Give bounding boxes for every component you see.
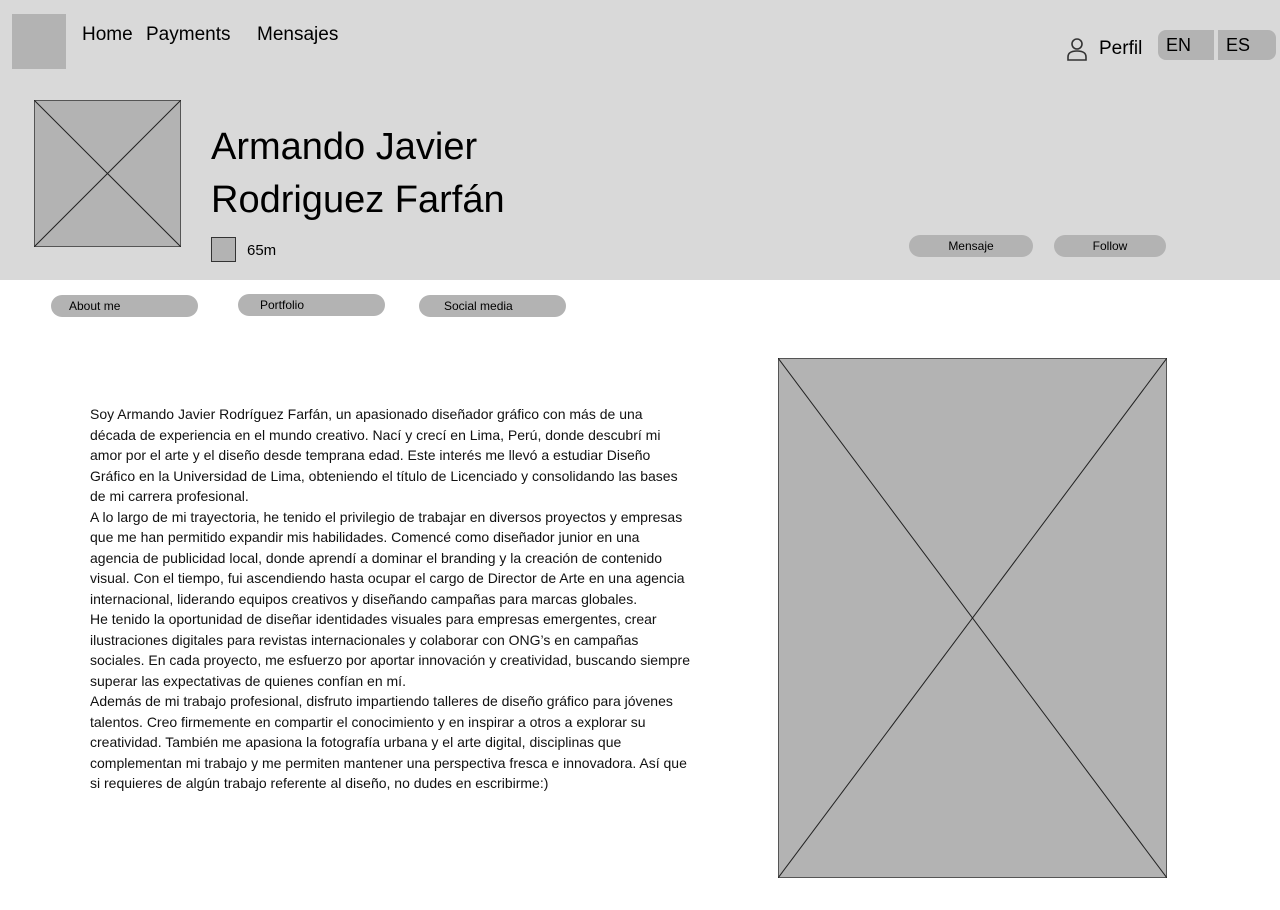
profile-label: Perfil [1099, 38, 1143, 59]
bio-paragraph: Además de mi trabajo profesional, disfru… [90, 693, 687, 791]
user-icon [1067, 38, 1087, 61]
logo-placeholder[interactable] [12, 14, 66, 69]
tab-social-media[interactable]: Social media [419, 295, 566, 317]
about-me-text: Soy Armando Javier Rodríguez Farfán, un … [90, 404, 690, 794]
profile-name-line1: Armando Javier [211, 126, 478, 168]
nav-home-link[interactable]: Home [82, 24, 133, 46]
bio-paragraph: A lo largo de mi trayectoria, he tenido … [90, 508, 685, 607]
nav-payments-link[interactable]: Payments [146, 24, 230, 46]
message-button[interactable]: Mensaje [909, 235, 1033, 257]
profile-name-line2: Rodriguez Farfán [211, 179, 505, 221]
nav-messages-link[interactable]: Mensajes [257, 24, 338, 46]
bio-paragraph: He tenido la oportunidad de diseñar iden… [90, 611, 690, 689]
featured-image-placeholder [778, 358, 1167, 878]
location-icon [211, 237, 236, 262]
avatar-placeholder [34, 100, 181, 247]
tab-about-me[interactable]: About me [51, 295, 198, 317]
language-es-button[interactable]: ES [1218, 30, 1276, 60]
distance-text: 65m [247, 242, 277, 259]
bio-paragraph: Soy Armando Javier Rodríguez Farfán, un … [90, 406, 678, 504]
tab-portfolio[interactable]: Portfolio [238, 294, 385, 316]
follow-button[interactable]: Follow [1054, 235, 1166, 257]
language-switcher: EN ES [1158, 30, 1276, 60]
profile-header: Home Payments Mensajes Perfil EN ES Arma… [0, 0, 1280, 280]
language-en-button[interactable]: EN [1158, 30, 1214, 60]
